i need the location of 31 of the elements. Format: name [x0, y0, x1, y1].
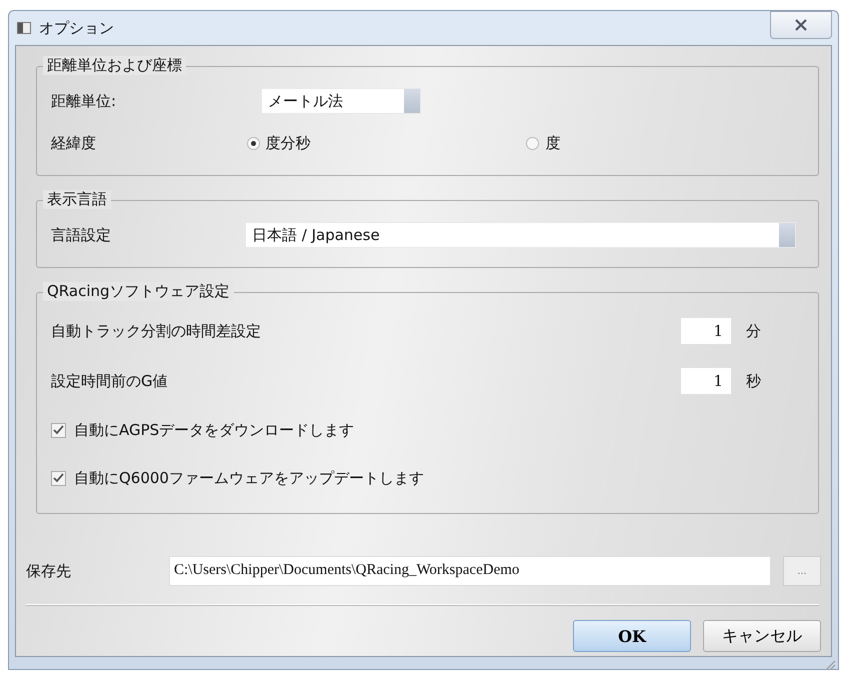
close-button[interactable]	[770, 11, 832, 39]
field-label: 設定時間前のG値	[51, 372, 169, 390]
field-label: 言語設定	[51, 226, 112, 244]
radio-option[interactable]: 度	[526, 134, 806, 152]
number-field[interactable]: 1	[680, 367, 732, 395]
radio-option[interactable]: 度分秒	[246, 134, 526, 152]
checkbox[interactable]	[51, 470, 66, 486]
ok-button[interactable]: OK	[573, 620, 691, 652]
field-label: 距離単位:	[51, 92, 118, 110]
field-label: 保存先	[26, 562, 72, 580]
window-icon	[17, 22, 31, 34]
group-legend: QRacingソフトウェア設定	[43, 282, 234, 301]
unit-dropdown[interactable]: メートル法	[261, 88, 421, 114]
unit-label: 秒	[745, 372, 762, 390]
radio-button[interactable]	[246, 136, 260, 150]
path-field[interactable]: C:\Users\Chipper\Documents\QRacing_WorkspaceDemo	[169, 556, 771, 586]
window-title: オプション	[39, 18, 115, 38]
checkbox-option[interactable]: 自動にAGPSデータをダウンロードします	[51, 409, 806, 451]
field-label: 経緯度	[51, 134, 97, 152]
group-legend: 表示言語	[43, 190, 111, 209]
group-legend: 距離単位および座標	[43, 56, 186, 75]
language-dropdown[interactable]: 日本語 / Japanese	[245, 222, 796, 248]
close-icon[interactable]	[794, 19, 808, 31]
number-field[interactable]: 1	[680, 317, 732, 345]
checkbox-option[interactable]: 自動にQ6000ファームウェアをアップデートします	[51, 457, 806, 499]
radio-button[interactable]	[526, 136, 540, 150]
checkbox[interactable]	[51, 422, 66, 438]
browse-button[interactable]: ...	[783, 556, 821, 586]
unit-label: 分	[745, 322, 762, 340]
cancel-button[interactable]: キャンセル	[703, 620, 821, 652]
field-label: 自動トラック分割の時間差設定	[51, 322, 262, 340]
